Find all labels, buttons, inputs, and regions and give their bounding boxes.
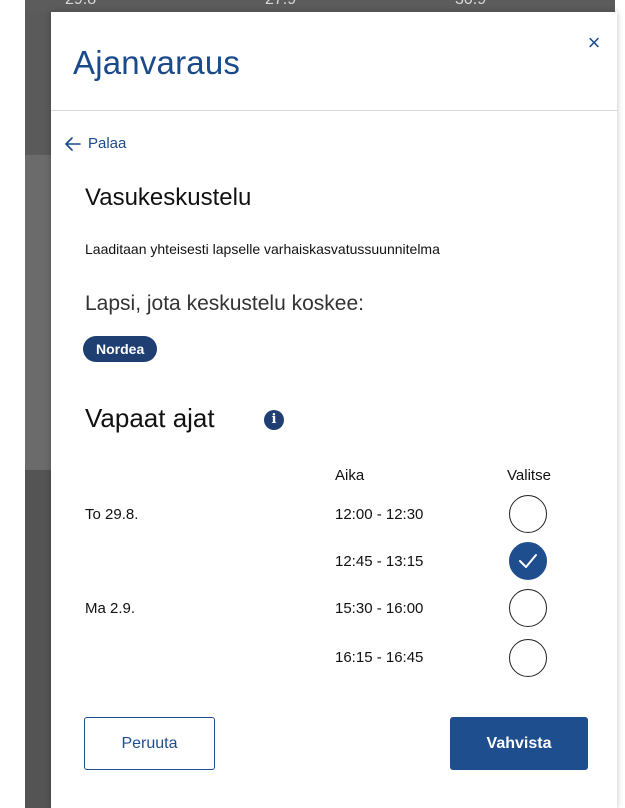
slot-time: 15:30 - 16:00: [335, 600, 424, 617]
slot-date: To 29.8.: [85, 506, 139, 523]
slot-time: 12:00 - 12:30: [335, 506, 424, 523]
slot-radio-selected[interactable]: [509, 542, 547, 580]
event-name: Vasukeskustelu: [85, 184, 252, 211]
child-heading: Lapsi, jota keskustelu koskee:: [85, 292, 364, 315]
modal-title: Ajanvaraus: [73, 44, 241, 81]
column-header-select: Valitse: [507, 467, 551, 484]
slots-heading: Vapaat ajat: [85, 403, 215, 433]
event-description: Laaditaan yhteisesti lapselle varhaiskas…: [85, 241, 440, 257]
slot-time: 16:15 - 16:45: [335, 649, 424, 666]
background-date-text: 27.9: [265, 0, 296, 9]
slot-radio[interactable]: [509, 639, 547, 677]
background-date-text: 30.9: [455, 0, 486, 9]
header-divider: [51, 110, 617, 111]
slot-date: Ma 2.9.: [85, 600, 136, 617]
check-icon: [519, 554, 537, 568]
child-chip: Nordea: [83, 336, 158, 362]
booking-modal: × Ajanvaraus Palaa Vasukeskustelu Laadit…: [51, 12, 617, 808]
arrow-left-icon: [65, 136, 81, 151]
background-date-text: 29.8: [65, 0, 96, 9]
backdrop-overlay-left-lower: [25, 470, 51, 808]
backdrop-overlay-left-upper: [25, 0, 51, 155]
info-icon-glyph: i: [271, 412, 277, 427]
column-header-time: Aika: [335, 467, 365, 484]
slot-time: 12:45 - 13:15: [335, 553, 424, 570]
backdrop-overlay-top: 29.8 27.9 30.9: [25, 0, 615, 12]
back-link-label: Palaa: [88, 135, 127, 152]
slot-radio[interactable]: [509, 495, 547, 533]
confirm-button[interactable]: Vahvista: [450, 717, 588, 770]
slot-radio[interactable]: [509, 589, 547, 627]
close-icon: ×: [587, 30, 601, 55]
info-icon[interactable]: i: [264, 410, 284, 430]
cancel-button[interactable]: Peruuta: [84, 717, 215, 770]
back-link[interactable]: Palaa: [65, 135, 126, 152]
close-button[interactable]: ×: [583, 32, 605, 54]
